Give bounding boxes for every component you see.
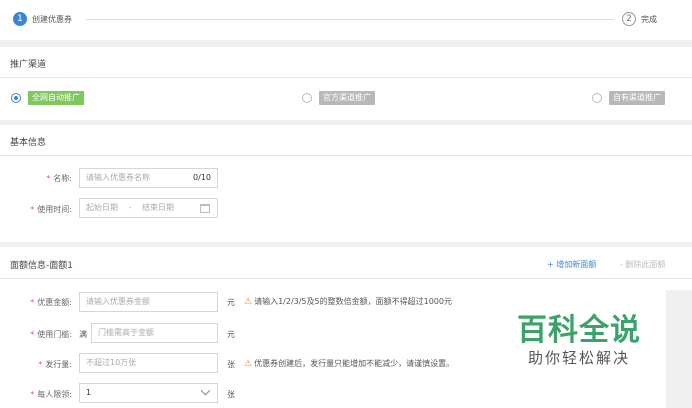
panel-title: 面额信息-面额1 (10, 261, 73, 271)
step-label: 创建优惠券 (32, 15, 72, 24)
radio-all-network[interactable] (11, 93, 21, 103)
threshold-prefix: 满 (79, 330, 87, 339)
channel-panel: 推广渠道 全网自动推广 官方渠道推广 自有渠道推广 (0, 47, 692, 120)
divider (0, 155, 692, 156)
limit-select[interactable]: 1 (79, 383, 218, 403)
step-number: 2 (622, 12, 636, 26)
panel-title: 推广渠道 (10, 60, 47, 70)
amount-unit: 元 (227, 298, 235, 307)
amount-hint: ⚠ 请输入1/2/3/5及5的整数倍金额，面额不得超过1000元 (244, 297, 452, 307)
radio-own[interactable] (592, 93, 602, 103)
scroll-strip (666, 290, 692, 408)
amount-input[interactable]: 请输入优惠券金额 (79, 292, 218, 312)
limit-label: * 每人限领: (30, 390, 72, 399)
limit-unit: 张 (227, 390, 235, 399)
issue-unit: 张 (227, 360, 235, 369)
option-all-network[interactable]: 全网自动推广 (28, 91, 84, 105)
divider (0, 77, 692, 78)
calendar-icon[interactable] (200, 204, 210, 213)
watermark-subtitle: 助你轻松解决 (527, 349, 630, 367)
step-number: 1 (13, 12, 27, 26)
watermark: 百科全说 助你轻松解决 (512, 314, 646, 368)
threshold-label: * 使用门槛: (30, 330, 72, 339)
steps-bar: 1 创建优惠券 2 完成 (0, 0, 692, 40)
end-date[interactable]: 结束日期 (142, 203, 174, 212)
panel-title: 基本信息 (10, 138, 47, 148)
date-range-input[interactable]: 起始日期 - 结束日期 (79, 198, 218, 218)
add-denomination-link[interactable]: + 增加新面额 (547, 259, 596, 270)
issue-label: * 发行量: (38, 360, 72, 369)
name-label: * 名称: (46, 174, 72, 183)
start-date[interactable]: 起始日期 (86, 203, 118, 212)
delete-denomination-link[interactable]: - 删除此面额 (620, 259, 665, 270)
issue-input[interactable]: 不超过10万张 (79, 353, 218, 373)
threshold-input[interactable]: 门槛需高于金额 (91, 323, 218, 343)
basic-info-panel: 基本信息 * 名称: 请输入优惠券名称 0/10 * 使用时间: 起始日期 - 结束… (0, 125, 692, 242)
radio-official[interactable] (302, 93, 312, 103)
amount-label: * 优惠金额: (30, 298, 72, 307)
threshold-unit: 元 (227, 330, 235, 339)
chevron-down-icon[interactable] (200, 385, 211, 396)
warning-icon: ⚠ (244, 359, 253, 369)
step-label: 完成 (641, 15, 657, 24)
warning-icon: ⚠ (244, 297, 253, 307)
watermark-title: 百科全说 (517, 313, 641, 348)
date-separator: - (128, 203, 132, 212)
time-label: * 使用时间: (30, 205, 72, 214)
issue-hint: ⚠ 优惠券创建后，发行量只能增加不能减少，请谨慎设置。 (244, 359, 455, 369)
option-official[interactable]: 官方渠道推广 (319, 91, 375, 105)
option-own[interactable]: 自有渠道推广 (609, 91, 665, 105)
name-counter: 0/10 (193, 173, 211, 182)
divider (0, 278, 692, 279)
name-input[interactable]: 请输入优惠券名称 0/10 (79, 168, 218, 188)
step-connector (86, 19, 614, 20)
